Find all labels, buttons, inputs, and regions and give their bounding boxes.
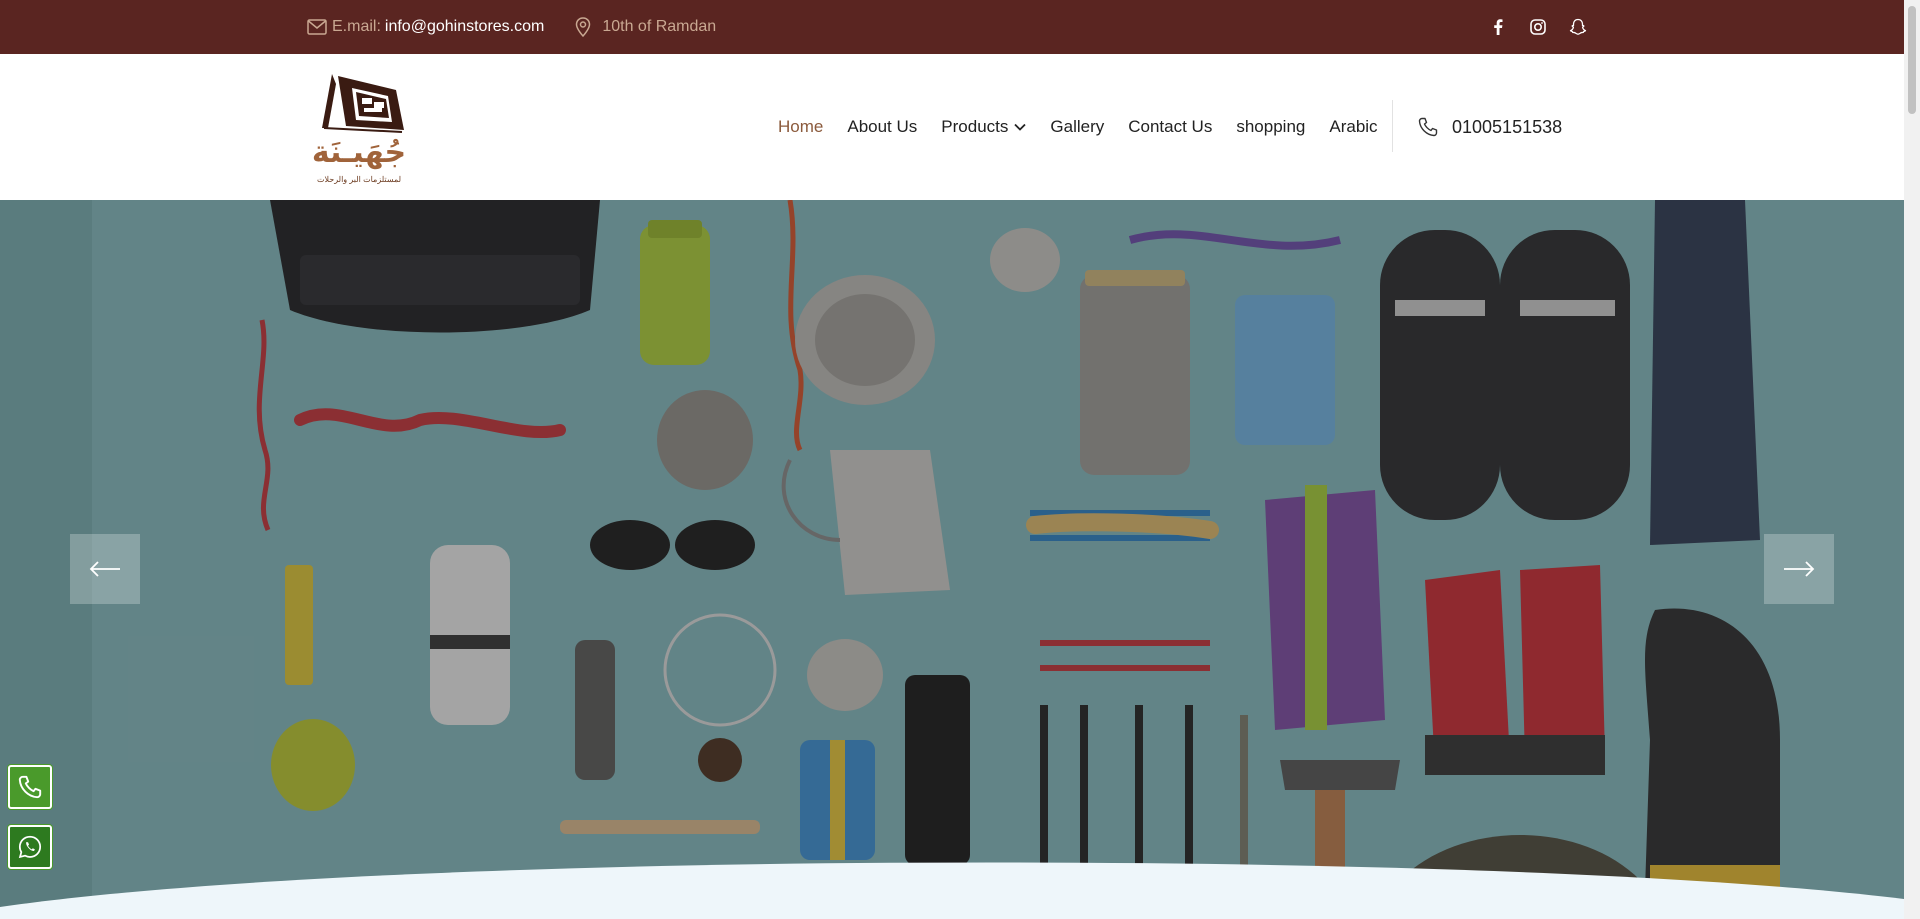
- logo-tent-icon: جُهَيـنَة: [312, 74, 406, 170]
- slider-prev-button[interactable]: [70, 534, 140, 604]
- slider-next-button[interactable]: [1764, 534, 1834, 604]
- phone-icon: [18, 775, 42, 799]
- whatsapp-icon: [17, 834, 43, 860]
- floating-whatsapp-button[interactable]: [8, 825, 52, 869]
- instagram-icon[interactable]: [1518, 7, 1558, 47]
- nav-shopping-label: shopping: [1236, 117, 1306, 136]
- hero-slider: [0, 200, 1904, 919]
- email-label: E.mail:: [332, 18, 381, 35]
- top-bar: E.mail: info@gohinstores.com 10th of Ram…: [0, 0, 1904, 54]
- phone-number: 01005151538: [1452, 116, 1563, 137]
- header-phone[interactable]: 01005151538: [1418, 54, 1562, 200]
- nav-home-label: Home: [778, 117, 824, 136]
- nav-gallery-label: Gallery: [1050, 117, 1105, 136]
- hero-overlay: [0, 200, 1904, 919]
- nav-arabic-label: Arabic: [1329, 117, 1378, 136]
- header-divider: [1392, 100, 1393, 152]
- chevron-down-icon: [1014, 123, 1027, 131]
- main-nav: Home About Us Products Gallery Contact U…: [778, 54, 1402, 200]
- site-header: جُهَيـنَة لمستلزمات البر والرحلات Home A…: [0, 54, 1904, 200]
- arrow-left-icon: [89, 561, 121, 577]
- nav-gallery[interactable]: Gallery: [1050, 117, 1104, 137]
- logo-tagline: لمستلزمات البر والرحلات: [316, 175, 402, 184]
- nav-products[interactable]: Products: [941, 117, 1027, 137]
- nav-about-us[interactable]: About Us: [847, 117, 917, 137]
- floating-call-button[interactable]: [8, 765, 52, 809]
- logo-wordmark: جُهَيـنَة: [312, 135, 406, 170]
- nav-shopping[interactable]: shopping: [1236, 117, 1305, 137]
- site-logo[interactable]: جُهَيـنَة لمستلزمات البر والرحلات: [304, 70, 414, 184]
- arrow-right-icon: [1783, 561, 1815, 577]
- hero-bottom-wave: [0, 862, 1904, 919]
- nav-about-label: About Us: [847, 117, 918, 136]
- mail-icon: [306, 16, 328, 38]
- facebook-icon[interactable]: [1478, 7, 1518, 47]
- snapchat-icon[interactable]: [1558, 7, 1598, 47]
- scrollbar-thumb[interactable]: [1908, 6, 1916, 114]
- nav-arabic[interactable]: Arabic: [1329, 117, 1377, 137]
- page-scrollbar[interactable]: [1904, 0, 1920, 919]
- topbar-email[interactable]: E.mail: info@gohinstores.com: [306, 16, 544, 38]
- nav-contact-us[interactable]: Contact Us: [1128, 117, 1212, 137]
- email-value[interactable]: info@gohinstores.com: [385, 18, 544, 36]
- topbar-address: 10th of Ramdan: [572, 16, 716, 38]
- address-text: 10th of Ramdan: [602, 18, 717, 35]
- nav-home[interactable]: Home: [778, 117, 823, 137]
- nav-products-label: Products: [941, 117, 1009, 136]
- phone-icon: [1418, 117, 1438, 137]
- social-links: [1478, 0, 1598, 54]
- nav-contact-label: Contact Us: [1128, 117, 1213, 136]
- location-pin-icon: [572, 16, 594, 38]
